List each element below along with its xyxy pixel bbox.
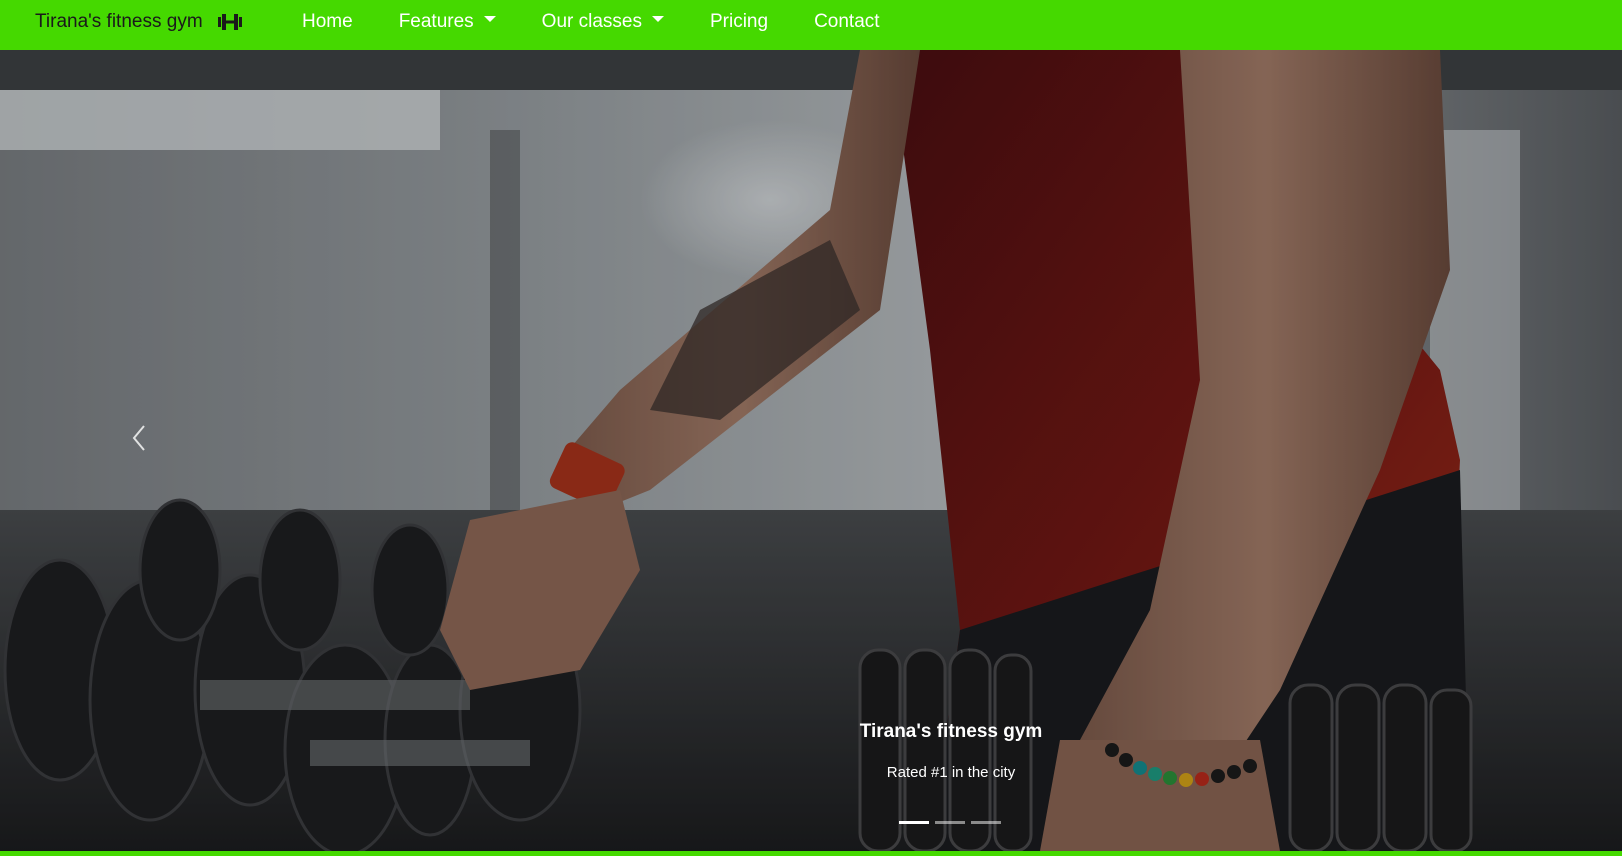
carousel-indicators [899, 821, 1001, 824]
carousel-indicator-1[interactable] [899, 821, 929, 824]
nav-item-contact[interactable]: Contact [814, 11, 879, 33]
brand-name: Tirana's fitness gym [35, 10, 203, 32]
carousel-caption-subtitle: Rated #1 in the city [886, 764, 1016, 781]
nav-item-label: Home [302, 10, 353, 32]
carousel-indicator-3[interactable] [971, 821, 1001, 824]
nav-item-features[interactable]: Features [399, 11, 496, 33]
chevron-left-icon[interactable] [128, 422, 152, 454]
nav-item-pricing[interactable]: Pricing [710, 11, 768, 33]
nav-item-label: Our classes [541, 10, 642, 32]
carousel-caption-title: Tirana's fitness gym [859, 721, 1043, 742]
nav-item-label: Contact [814, 10, 880, 32]
hero-carousel: Tirana's fitness gym Rated #1 in the cit… [0, 50, 1622, 851]
nav-item-our-classes[interactable]: Our classes [542, 11, 664, 33]
nav-item-label: Pricing [709, 10, 769, 32]
caret-down-icon [483, 15, 496, 22]
dumbbell-icon [217, 13, 242, 30]
carousel-indicator-2[interactable] [935, 821, 965, 824]
nav-item-label: Features [398, 10, 474, 32]
bottom-border [0, 851, 1622, 856]
nav-item-home[interactable]: Home [302, 11, 353, 33]
navbar: Tirana's fitness gym Home Features Our c… [0, 0, 1622, 50]
caret-down-icon [651, 15, 664, 22]
brand-link[interactable]: Tirana's fitness gym [35, 0, 243, 43]
nav-links: Home Features Our classes Pricing Contac… [302, 0, 926, 43]
